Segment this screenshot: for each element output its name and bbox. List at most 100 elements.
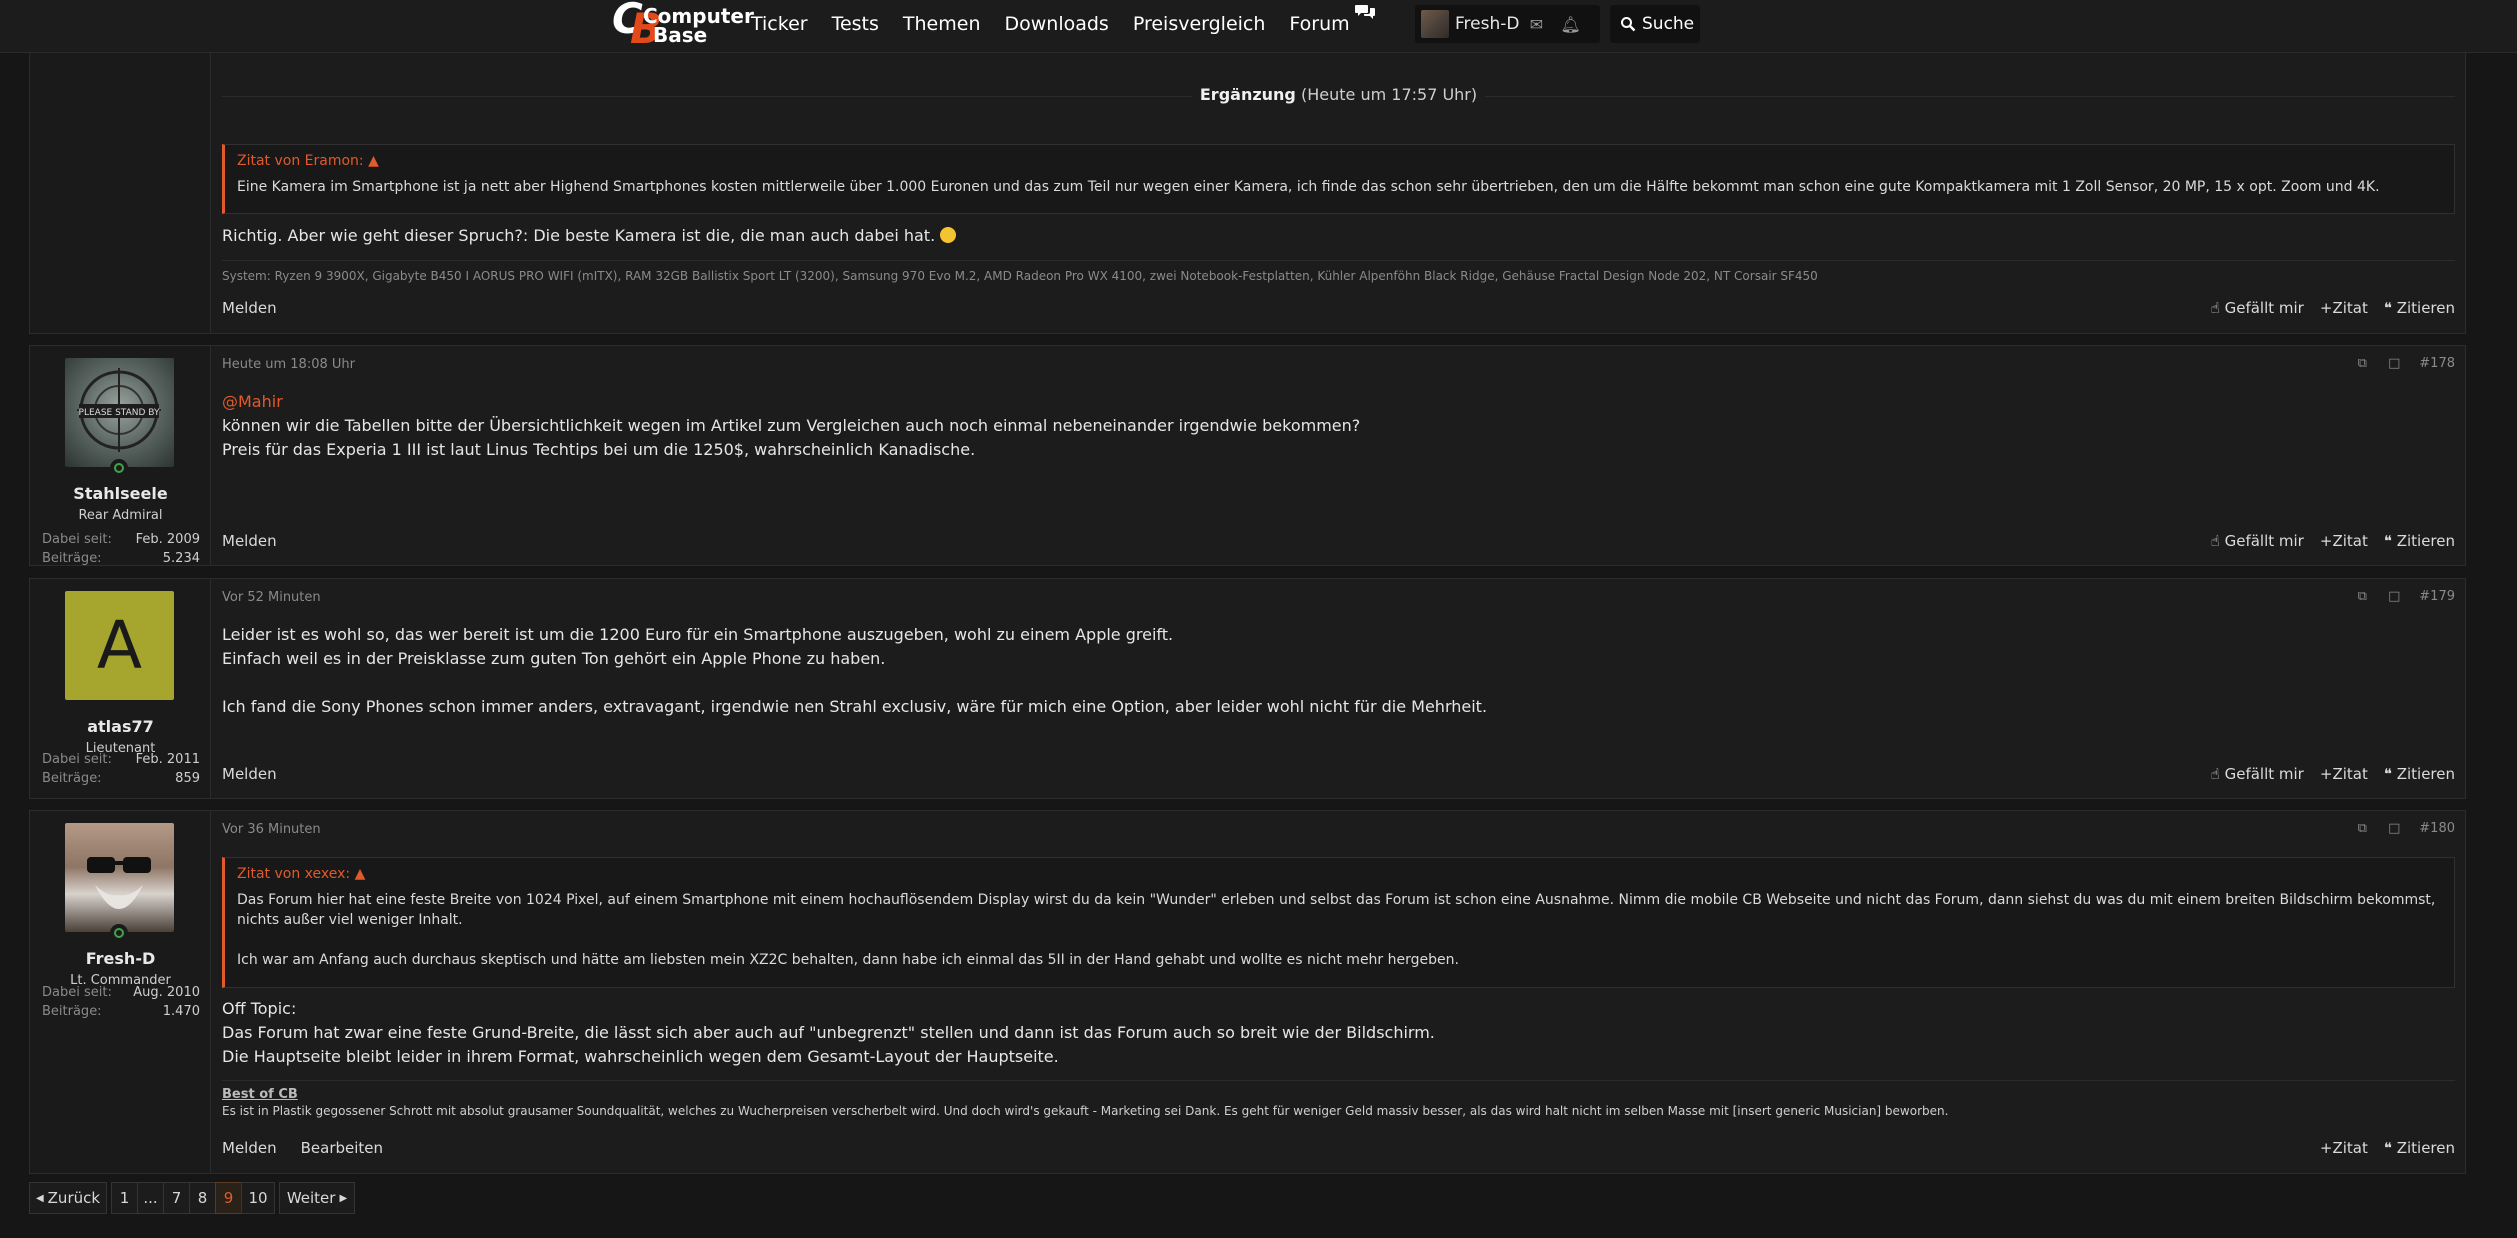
page-1[interactable]: 1 xyxy=(111,1182,138,1214)
post-time[interactable]: Heute um 18:08 Uhr xyxy=(222,357,355,372)
share-icon[interactable]: ⧉ xyxy=(2355,589,2369,604)
post-text: Richtig. Aber wie geht dieser Spruch?: D… xyxy=(222,224,2455,248)
user-avatar[interactable] xyxy=(65,823,174,932)
user-rank: Rear Admiral xyxy=(78,508,163,523)
post-sidebar: Fresh-D Lt. Commander Dabei seit: Aug. 20… xyxy=(30,811,211,1173)
share-icon[interactable]: ⧉ xyxy=(2355,356,2369,371)
nav-ticker[interactable]: Ticker xyxy=(751,12,808,36)
bookmark-icon[interactable]: □ xyxy=(2387,589,2401,604)
chevron-left-icon: ◀ xyxy=(35,1192,44,1204)
bell-icon[interactable]: 🔔︎ xyxy=(1553,15,1587,34)
post-number[interactable]: #178 xyxy=(2419,356,2455,371)
main-nav: Ticker Tests Themen Downloads Preisvergl… xyxy=(751,5,1376,36)
report-link[interactable]: Melden xyxy=(222,299,277,317)
quote-author[interactable]: Zitat von Eramon: xyxy=(237,153,364,169)
cite-button[interactable]: ❝ Zitieren xyxy=(2384,765,2455,783)
quote-button[interactable]: +Zitat xyxy=(2320,299,2368,317)
quote-button[interactable]: +Zitat xyxy=(2320,765,2368,783)
quote-marks-icon: ❝ xyxy=(2383,1139,2392,1157)
quote-button[interactable]: +Zitat xyxy=(2320,1139,2368,1157)
page-ellipsis[interactable]: ... xyxy=(137,1182,164,1214)
arrow-up-circle-icon[interactable]: ▲ xyxy=(368,153,379,169)
cite-button[interactable]: ❝ Zitieren xyxy=(2384,299,2455,317)
page-7[interactable]: 7 xyxy=(163,1182,190,1214)
quote-button[interactable]: +Zitat xyxy=(2320,532,2368,550)
nav-downloads[interactable]: Downloads xyxy=(1004,12,1108,36)
nav-tests[interactable]: Tests xyxy=(832,12,879,36)
edit-link[interactable]: Bearbeiten xyxy=(301,1139,383,1157)
quote-text: Eine Kamera im Smartphone ist ja nett ab… xyxy=(237,179,2380,195)
post-sidebar: A atlas77 Lieutenant Dabei seit: Feb. 201… xyxy=(30,579,211,798)
plus-icon: + xyxy=(2319,1139,2333,1157)
mail-icon[interactable]: ✉ xyxy=(1519,15,1553,34)
nav-forum[interactable]: Forum xyxy=(1289,5,1375,36)
post-tools: ⧉ □ #178 xyxy=(2355,356,2455,371)
report-link[interactable]: Melden xyxy=(222,1139,277,1157)
computerbase-logo[interactable]: C B Computer Base xyxy=(612,0,754,50)
quote-text: Ich war am Anfang auch durchaus skeptisc… xyxy=(237,952,1459,968)
post-sidebar: PLEASE STAND BY Stahlseele Rear Admiral … xyxy=(30,346,211,566)
username[interactable]: Stahlseele xyxy=(30,484,211,503)
share-icon[interactable]: ⧉ xyxy=(2355,821,2369,836)
post-time[interactable]: Vor 52 Minuten xyxy=(222,590,321,605)
username[interactable]: Fresh-D xyxy=(30,949,211,968)
plus-icon: + xyxy=(2319,765,2333,783)
report-link[interactable]: Melden xyxy=(222,765,277,783)
user-avatar[interactable]: A xyxy=(65,591,174,700)
signature: System: Ryzen 9 3900X, Gigabyte B450 I A… xyxy=(222,260,2455,283)
bookmark-icon[interactable]: □ xyxy=(2387,821,2401,836)
next-page-button[interactable]: Weiter ▶ xyxy=(279,1182,355,1214)
online-indicator xyxy=(110,924,128,942)
post-177: Ergänzung (Heute um 17:57 Uhr) Zitat von… xyxy=(29,30,2466,334)
user-avatar xyxy=(1421,10,1449,38)
post-sidebar xyxy=(30,31,211,333)
bookmark-icon[interactable]: □ xyxy=(2387,356,2401,371)
svg-text:PLEASE STAND BY: PLEASE STAND BY xyxy=(79,408,160,418)
nav-themen[interactable]: Themen xyxy=(903,12,981,36)
arrow-up-circle-icon[interactable]: ▲ xyxy=(355,866,366,882)
page-10[interactable]: 10 xyxy=(241,1182,275,1214)
quote-marks-icon: ❝ xyxy=(2383,765,2392,783)
plus-icon: + xyxy=(2319,532,2333,550)
quote-text: Das Forum hier hat eine feste Breite von… xyxy=(237,892,2436,928)
thumbs-up-icon: ☝ xyxy=(2210,765,2220,783)
like-button[interactable]: ☝ Gefällt mir xyxy=(2211,532,2304,550)
username[interactable]: atlas77 xyxy=(30,717,211,736)
quote-block: Zitat von xexex: ▲ Das Forum hier hat ei… xyxy=(222,857,2455,988)
post-content: Vor 52 Minuten ⧉ □ #179 Leider ist es wo… xyxy=(212,579,2465,798)
page-8[interactable]: 8 xyxy=(189,1182,216,1214)
quote-author[interactable]: Zitat von xexex: xyxy=(237,866,350,882)
post-content: Vor 36 Minuten ⧉ □ #180 Zitat von xexex:… xyxy=(212,811,2465,1173)
pagination: ◀ Zurück 1 ... 7 8 9 10 Weiter ▶ xyxy=(29,1182,355,1214)
user-menu[interactable]: Fresh-D ✉ 🔔︎ xyxy=(1415,5,1600,43)
search-button[interactable]: Suche xyxy=(1610,5,1700,43)
user-joined: Dabei seit: Feb. 2011 xyxy=(42,752,200,767)
user-avatar[interactable]: PLEASE STAND BY xyxy=(65,358,174,467)
like-button[interactable]: ☝ Gefällt mir xyxy=(2211,299,2304,317)
cite-button[interactable]: ❝ Zitieren xyxy=(2384,532,2455,550)
post-number[interactable]: #179 xyxy=(2419,589,2455,604)
post-180: Fresh-D Lt. Commander Dabei seit: Aug. 20… xyxy=(29,810,2466,1174)
cite-button[interactable]: ❝ Zitieren xyxy=(2384,1139,2455,1157)
nav-preisvergleich[interactable]: Preisvergleich xyxy=(1133,12,1266,36)
online-indicator xyxy=(110,459,128,477)
user-mention[interactable]: @Mahir xyxy=(222,390,2455,414)
post-number[interactable]: #180 xyxy=(2419,821,2455,836)
signature-link[interactable]: Best of CB xyxy=(222,1081,2455,1102)
thumbs-up-icon: ☝ xyxy=(2210,299,2220,317)
post-178: PLEASE STAND BY Stahlseele Rear Admiral … xyxy=(29,345,2466,566)
please-stand-by-image: PLEASE STAND BY xyxy=(77,368,161,452)
like-button[interactable]: ☝ Gefällt mir xyxy=(2211,765,2304,783)
post-179: A atlas77 Lieutenant Dabei seit: Feb. 201… xyxy=(29,578,2466,799)
thumbs-up-icon: ☝ xyxy=(2210,532,2220,550)
search-icon xyxy=(1621,17,1636,32)
ergaenzung-label: Ergänzung (Heute um 17:57 Uhr) xyxy=(212,85,2465,104)
page-9-current[interactable]: 9 xyxy=(215,1182,242,1214)
user-joined: Dabei seit: Aug. 2010 xyxy=(42,985,200,1000)
user-joined: Dabei seit: Feb. 2009 xyxy=(42,532,200,547)
prev-page-button[interactable]: ◀ Zurück xyxy=(29,1182,107,1214)
report-link[interactable]: Melden xyxy=(222,532,277,550)
page-list: 1 ... 7 8 9 10 xyxy=(111,1182,275,1214)
post-time[interactable]: Vor 36 Minuten xyxy=(222,822,321,837)
user-name: Fresh-D xyxy=(1455,14,1520,34)
